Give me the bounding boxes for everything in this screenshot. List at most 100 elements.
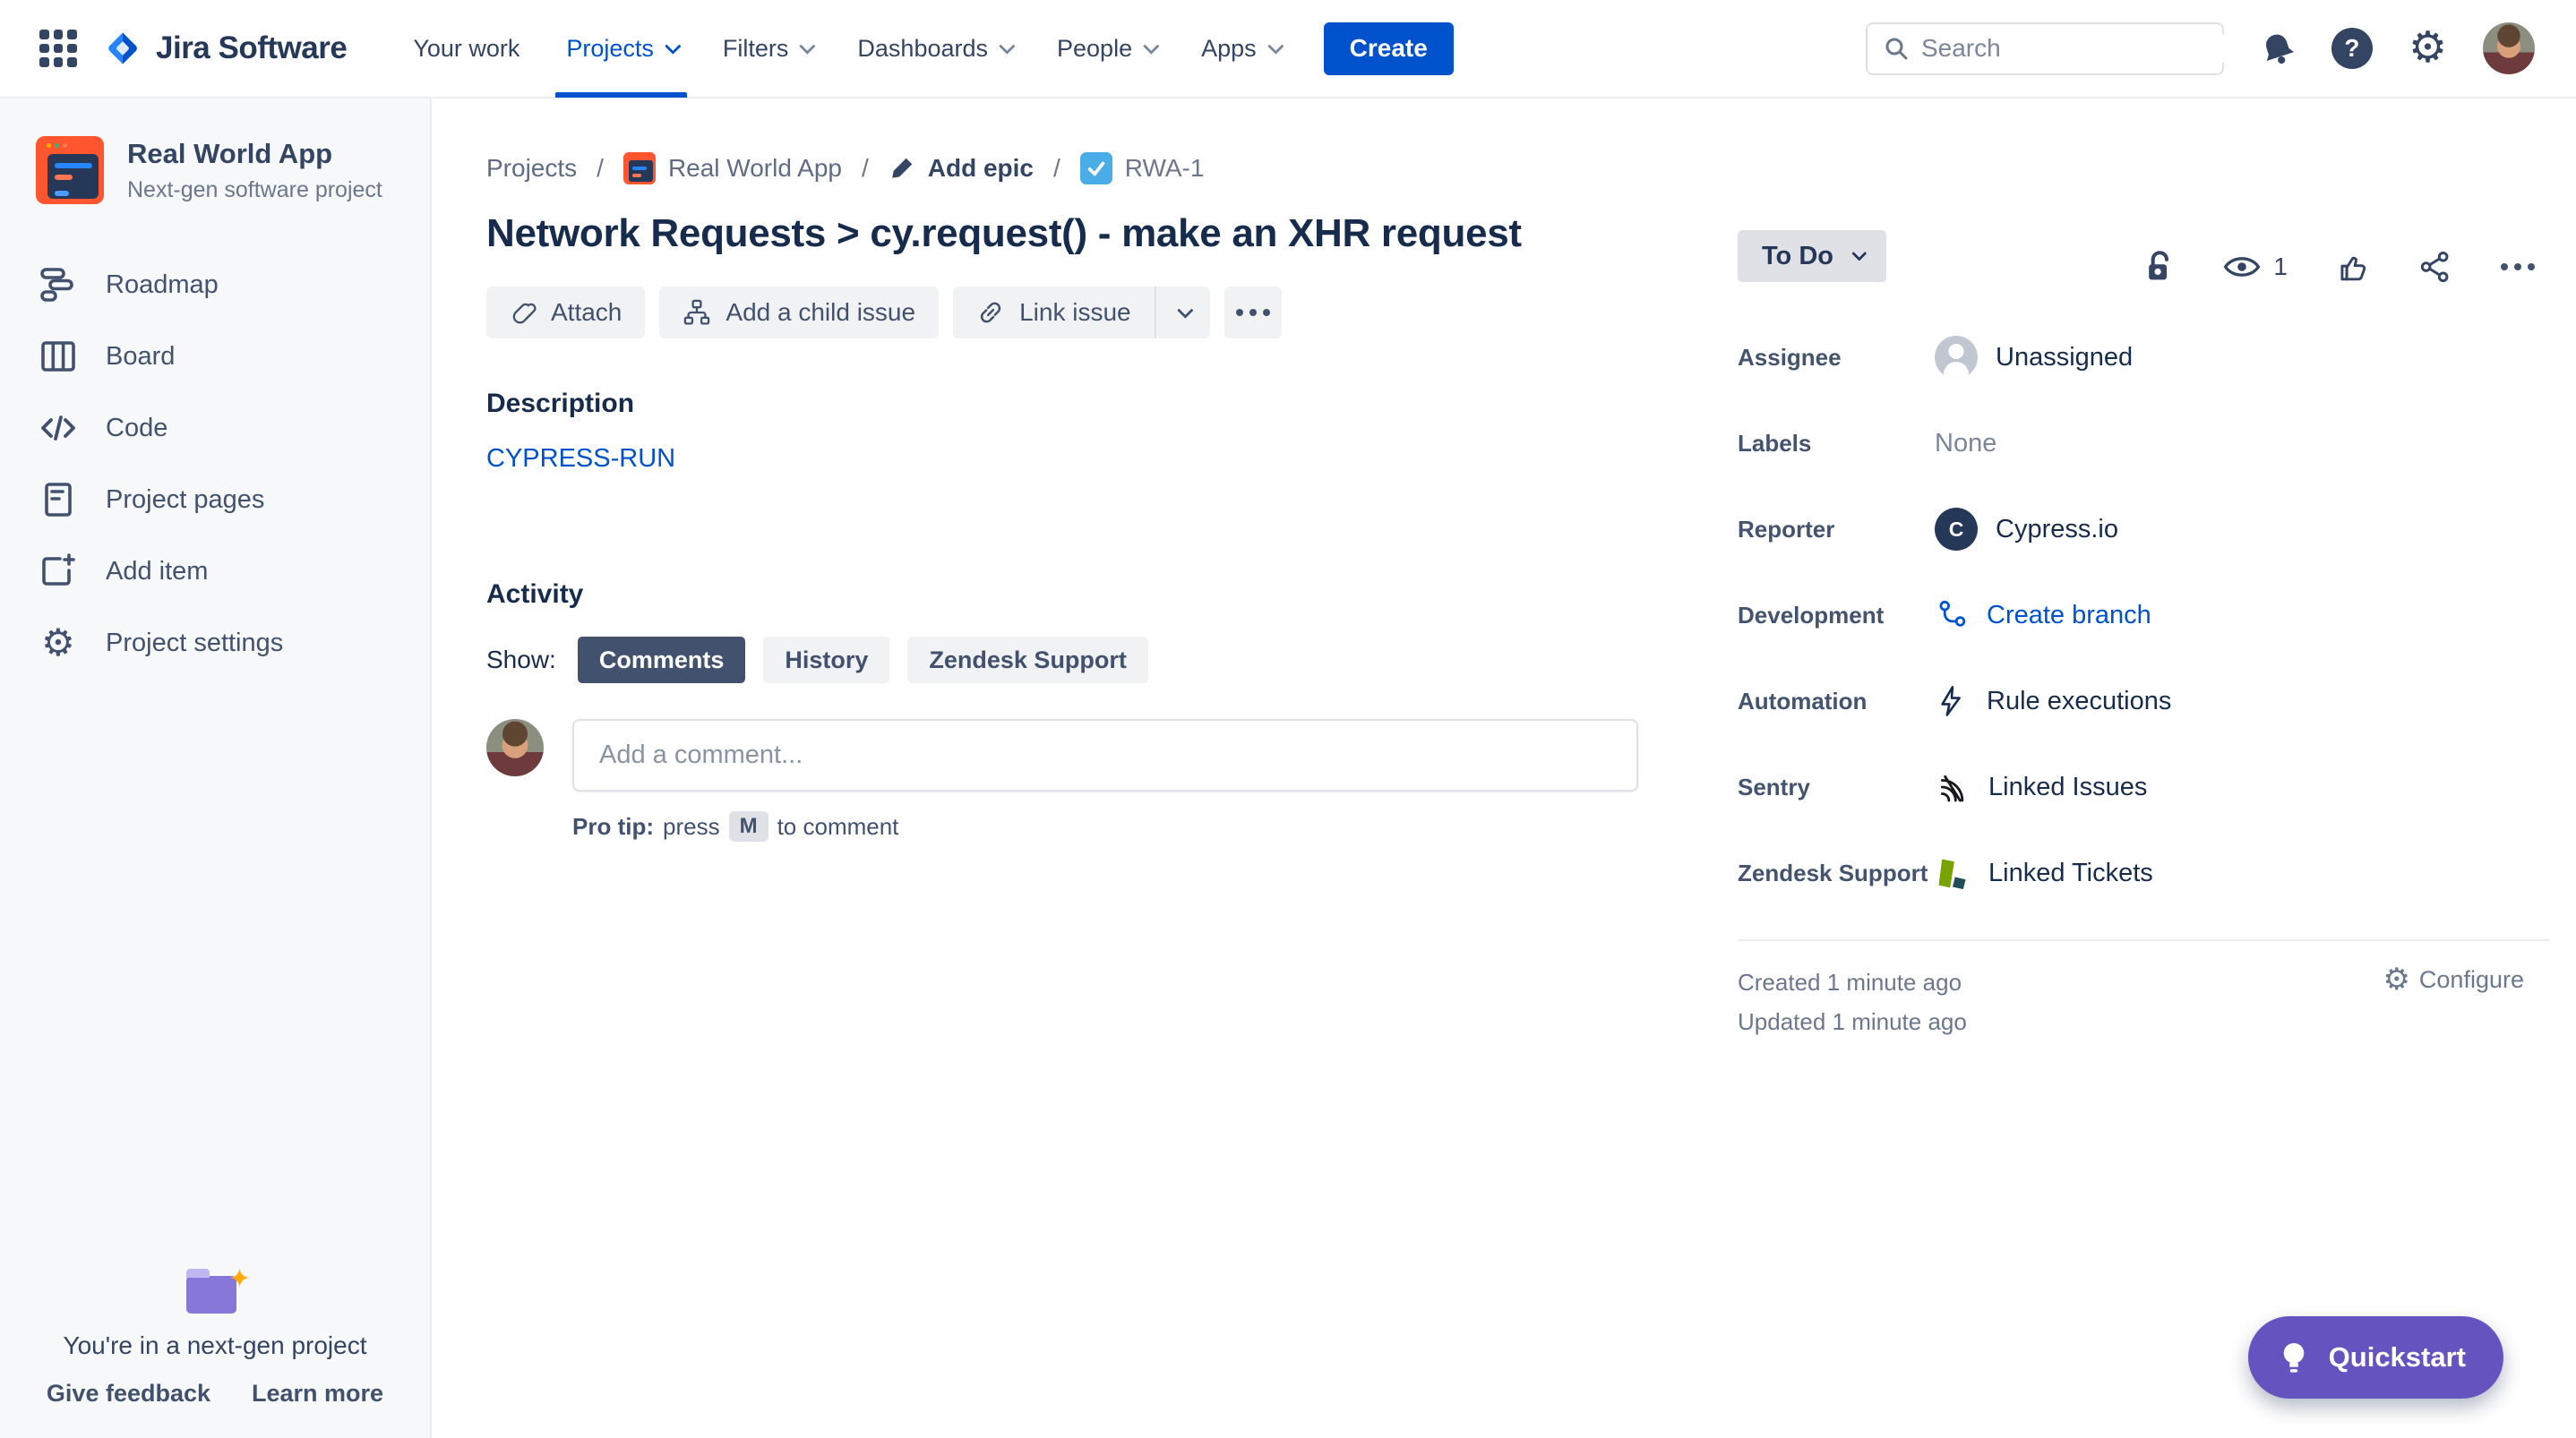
filter-history[interactable]: History: [763, 637, 890, 683]
breadcrumb-add-epic[interactable]: Add epic: [889, 154, 1034, 183]
linked-tickets-value[interactable]: Linked Tickets: [1935, 855, 2153, 891]
sidebar-item-roadmap[interactable]: Roadmap: [0, 249, 430, 321]
child-issue-icon: [683, 298, 711, 327]
quickstart-button[interactable]: Quickstart: [2247, 1316, 2503, 1399]
search-icon: [1884, 36, 1909, 61]
filter-comments[interactable]: Comments: [577, 637, 746, 683]
top-navigation-bar: Jira Software Your work Projects Filters…: [0, 0, 2576, 98]
create-branch-link[interactable]: Create branch: [1935, 598, 2151, 632]
nav-your-work[interactable]: Your work: [393, 0, 539, 98]
give-feedback-link[interactable]: Give feedback: [47, 1380, 210, 1408]
sidebar-item-project-settings[interactable]: ⚙ Project settings: [0, 607, 430, 679]
project-avatar-icon: [623, 152, 656, 184]
link-issue-button[interactable]: Link issue: [953, 287, 1155, 338]
nav-projects[interactable]: Projects: [546, 0, 696, 98]
chevron-down-icon: [1143, 37, 1160, 55]
comment-input[interactable]: [572, 719, 1638, 792]
learn-more-link[interactable]: Learn more: [252, 1380, 383, 1408]
chevron-down-icon: [1851, 245, 1868, 261]
breadcrumb: Projects / Real World App / Add epic / R…: [486, 152, 2576, 184]
create-button[interactable]: Create: [1323, 21, 1454, 75]
gear-icon: ⚙: [2383, 963, 2410, 997]
ellipsis-icon: [1235, 309, 1270, 316]
field-reporter: Reporter C Cypress.io: [1738, 486, 2549, 572]
current-user-avatar: [486, 719, 544, 776]
zendesk-icon: [1935, 855, 1971, 891]
sidebar-item-project-pages[interactable]: Project pages: [0, 464, 430, 535]
pages-icon: [38, 480, 79, 519]
link-issue-dropdown[interactable]: [1154, 287, 1210, 338]
nav-apps[interactable]: Apps: [1181, 0, 1299, 98]
sidebar-item-code[interactable]: Code: [0, 392, 430, 464]
reporter-value[interactable]: C Cypress.io: [1935, 508, 2118, 551]
code-icon: [38, 408, 79, 448]
project-sidebar: Real World App Next-gen software project…: [0, 98, 432, 1438]
pencil-icon: [889, 155, 915, 182]
rule-executions-value[interactable]: Rule executions: [1935, 684, 2171, 718]
add-item-icon: [38, 552, 79, 591]
jira-logo[interactable]: Jira Software: [104, 30, 348, 67]
status-dropdown[interactable]: To Do: [1738, 230, 1886, 282]
primary-nav: Your work Projects Filters Dashboards Pe…: [393, 0, 1298, 98]
labels-value[interactable]: None: [1935, 429, 1996, 458]
linked-issues-value[interactable]: Linked Issues: [1935, 769, 2147, 805]
task-type-icon: [1079, 152, 1112, 184]
gear-icon: ⚙: [41, 621, 75, 663]
board-icon: [38, 337, 79, 376]
field-assignee: Assignee Unassigned: [1738, 314, 2549, 400]
field-development: Development Create branch: [1738, 572, 2549, 658]
notification-bell-icon[interactable]: [2260, 30, 2296, 66]
show-label: Show:: [486, 646, 556, 673]
updated-timestamp: Updated 1 minute ago: [1738, 1008, 1967, 1035]
search-input[interactable]: [1920, 34, 2245, 63]
help-icon[interactable]: ?: [2331, 28, 2373, 69]
folder-icon: ✦: [179, 1264, 251, 1317]
sidebar-item-add-item[interactable]: Add item: [0, 535, 430, 607]
next-gen-message: You're in a next-gen project: [63, 1331, 367, 1359]
assignee-value[interactable]: Unassigned: [1935, 336, 2133, 379]
field-automation: Automation Rule executions: [1738, 658, 2549, 744]
link-icon: [976, 298, 1005, 327]
nav-people[interactable]: People: [1037, 0, 1174, 98]
logo-text: Jira Software: [156, 30, 348, 65]
divider: [1738, 939, 2549, 941]
project-type: Next-gen software project: [127, 176, 382, 202]
issue-details-panel: To Do Assignee Unassigned Labels None Re…: [1738, 230, 2549, 1041]
breadcrumb-projects[interactable]: Projects: [486, 154, 577, 183]
settings-gear-icon[interactable]: ⚙: [2409, 27, 2447, 70]
configure-button[interactable]: ⚙ Configure: [2383, 964, 2524, 995]
field-labels: Labels None: [1738, 428, 1997, 458]
breadcrumb-project[interactable]: Real World App: [623, 152, 842, 184]
user-avatar[interactable]: [2483, 22, 2535, 74]
more-toolbar-button[interactable]: [1224, 287, 1282, 338]
field-sentry: Sentry Linked Issues: [1738, 744, 2549, 830]
chevron-down-icon: [1267, 37, 1284, 55]
lightbulb-icon: [2279, 1340, 2309, 1374]
sidebar-footer: ✦ You're in a next-gen project Give feed…: [0, 1264, 430, 1408]
chevron-down-icon: [665, 37, 682, 55]
nav-filters[interactable]: Filters: [703, 0, 831, 98]
project-avatar-icon: [36, 136, 104, 204]
project-name: Real World App: [127, 137, 333, 169]
breadcrumb-issue-key[interactable]: RWA-1: [1079, 152, 1204, 184]
link-issue-split-button: Link issue: [953, 287, 1210, 338]
issue-title: Network Requests > cy.request() - make a…: [486, 211, 1522, 255]
keyboard-key-m: M: [728, 811, 769, 842]
person-avatar-icon: [1935, 336, 1978, 379]
jira-diamond-icon: [104, 30, 142, 67]
paperclip-icon: [510, 299, 537, 326]
sentry-icon: [1935, 769, 1971, 805]
roadmap-icon: [38, 265, 79, 304]
nav-dashboards[interactable]: Dashboards: [837, 0, 1030, 98]
app-switcher-icon[interactable]: [39, 30, 77, 67]
branch-icon: [1935, 598, 1969, 632]
attach-button[interactable]: Attach: [486, 287, 646, 338]
filter-zendesk-support[interactable]: Zendesk Support: [907, 637, 1148, 683]
sidebar-item-board[interactable]: Board: [0, 321, 430, 392]
sparkle-icon: ✦: [228, 1264, 251, 1294]
description-link[interactable]: CYPRESS-RUN: [486, 444, 675, 474]
chevron-down-icon: [799, 37, 816, 55]
global-search[interactable]: [1865, 21, 2245, 75]
add-child-issue-button[interactable]: Add a child issue: [659, 287, 940, 338]
chevron-down-icon: [999, 37, 1016, 55]
